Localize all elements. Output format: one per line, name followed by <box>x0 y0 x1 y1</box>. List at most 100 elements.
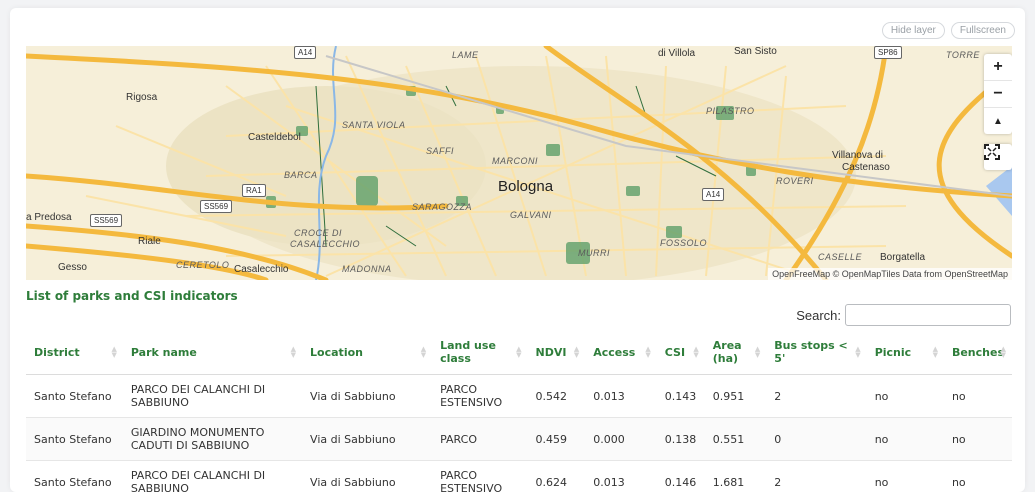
map-district-lame: LAME <box>452 50 479 60</box>
cell-ndvi: 0.542 <box>527 374 586 418</box>
cell-ndvi: 0.624 <box>527 460 586 492</box>
section-title: List of parks and CSI indicators <box>26 289 238 303</box>
road-shield-sp86: SP86 <box>874 46 902 59</box>
map-toolbar: Hide layer Fullscreen <box>881 22 1015 39</box>
cell-land-use: PARCO <box>432 417 528 461</box>
content-card: Hide layer Fullscreen Bologna Rigosa Cas… <box>10 8 1025 492</box>
map-label-casteldebole: Casteldebol <box>248 132 301 143</box>
search-input[interactable] <box>845 304 1011 326</box>
cell-area: 0.551 <box>704 417 767 461</box>
road-shield-ra1: RA1 <box>242 184 266 197</box>
cell-park-name: GIARDINO MONUMENTO CADUTI DI SABBIUNO <box>122 417 303 461</box>
sort-icon: ▲ ▼ <box>573 345 580 359</box>
header-ndvi[interactable]: NDVI ▲ ▼ <box>527 330 586 375</box>
cell-location: Via di Sabbiuno <box>302 460 433 492</box>
map-district-torre: TORRE <box>946 50 980 60</box>
map-view[interactable]: Bologna Rigosa Casteldebol Villanova di … <box>26 46 1012 280</box>
map-label-riale: Riale <box>138 236 161 247</box>
map-district-saffi: SAFFI <box>426 146 455 156</box>
expand-icon <box>984 144 1000 160</box>
sort-icon: ▲ ▼ <box>754 345 761 359</box>
zoom-in-button[interactable]: + <box>984 54 1012 81</box>
map-district-roveri: ROVERI <box>776 176 814 186</box>
map-district-ceretolo: CERETOLO <box>176 260 230 270</box>
cell-district: Santo Stefano <box>26 417 123 461</box>
header-csi[interactable]: CSI ▲ ▼ <box>656 330 705 375</box>
cell-picnic: no <box>866 460 944 492</box>
map-label-san-sisto: San Sisto <box>734 46 777 57</box>
lake <box>986 166 1012 216</box>
map-label-casalecchio: Casalecchio <box>234 264 289 275</box>
zoom-out-button[interactable]: − <box>984 81 1012 108</box>
map-district-galvani: GALVANI <box>510 210 552 220</box>
cell-bus-stops: 2 <box>766 460 867 492</box>
cell-benches: no <box>943 417 1012 461</box>
cell-location: Via di Sabbiuno <box>302 417 433 461</box>
map-district-barca: BARCA <box>284 170 318 180</box>
table-search: Search: <box>796 304 1011 326</box>
hide-layer-button[interactable]: Hide layer <box>881 22 945 39</box>
map-attribution[interactable]: OpenFreeMap © OpenMapTiles Data from Ope… <box>768 268 1012 280</box>
header-district[interactable]: District ▲ ▼ <box>26 330 123 375</box>
sort-icon: ▲ ▼ <box>516 345 522 359</box>
map-district-marconi: MARCONI <box>492 156 538 166</box>
cell-access: 0.013 <box>585 460 657 492</box>
map-label-borgatella: Borgatella <box>880 252 926 263</box>
parks-table: District ▲ ▼ Park name ▲ ▼ Location ▲ ▼ Land u… <box>26 330 1012 492</box>
header-land-use[interactable]: Land use class ▲ ▼ <box>432 330 528 375</box>
cell-benches: no <box>943 374 1012 418</box>
fullscreen-button[interactable]: Fullscreen <box>950 22 1015 39</box>
road-shield-ss569-west: SS569 <box>90 214 123 227</box>
map-district-casalecchio: CASALECCHIO <box>290 239 361 249</box>
cell-access: 0.000 <box>585 417 657 461</box>
header-access[interactable]: Access ▲ ▼ <box>585 330 657 375</box>
map-district-fossolo: FOSSOLO <box>660 238 708 248</box>
sort-icon: ▲ ▼ <box>645 345 651 359</box>
map-fullscreen-button[interactable] <box>984 144 1012 170</box>
sort-icon: ▲ ▼ <box>855 345 861 359</box>
cell-park-name: PARCO DEI CALANCHI DI SABBIUNO <box>122 374 303 418</box>
sort-icon: ▲ ▼ <box>693 345 699 359</box>
map-district-caselle: CASELLE <box>818 252 863 262</box>
table-row: Santo Stefano PARCO DEI CALANCHI DI SABB… <box>26 460 1012 492</box>
map-nav-controls: + − ▲ <box>984 54 1012 134</box>
search-label: Search: <box>796 307 841 323</box>
road-shield-a14-east: A14 <box>702 188 725 201</box>
sort-icon: ▲ ▼ <box>290 345 297 359</box>
map-label-di-villola: di Villola <box>658 48 696 59</box>
table-header-row: District ▲ ▼ Park name ▲ ▼ Location ▲ ▼ Land u… <box>26 330 1012 375</box>
header-benches[interactable]: Benches ▲ ▼ <box>943 330 1012 375</box>
cell-ndvi: 0.459 <box>527 417 586 461</box>
map-label-castenaso: Castenaso <box>842 162 890 173</box>
cell-access: 0.013 <box>585 374 657 418</box>
map-label-rigosa: Rigosa <box>126 92 158 103</box>
header-bus-stops[interactable]: Bus stops < 5' ▲ ▼ <box>766 330 867 375</box>
sort-icon: ▲ ▼ <box>111 345 117 359</box>
cell-picnic: no <box>866 417 944 461</box>
cell-area: 0.951 <box>704 374 767 418</box>
map-district-pilastro: PILASTRO <box>706 106 755 116</box>
map-label-bologna: Bologna <box>498 178 554 195</box>
sort-icon: ▲ ▼ <box>932 345 938 359</box>
compass-button[interactable]: ▲ <box>984 108 1012 134</box>
header-park-name[interactable]: Park name ▲ ▼ <box>122 330 303 375</box>
cell-picnic: no <box>866 374 944 418</box>
cell-bus-stops: 2 <box>766 374 867 418</box>
map-label-predosa: a Predosa <box>26 212 72 223</box>
header-picnic[interactable]: Picnic ▲ ▼ <box>866 330 944 375</box>
map-district-murri: MURRI <box>578 248 610 258</box>
table-row: Santo Stefano PARCO DEI CALANCHI DI SABB… <box>26 374 1012 418</box>
header-area[interactable]: Area (ha) ▲ ▼ <box>704 330 767 375</box>
cell-csi: 0.143 <box>656 374 705 418</box>
header-location[interactable]: Location ▲ ▼ <box>302 330 433 375</box>
cell-district: Santo Stefano <box>26 374 123 418</box>
cell-bus-stops: 0 <box>766 417 867 461</box>
map-district-croce-di: CROCE DI <box>294 228 343 238</box>
cell-district: Santo Stefano <box>26 460 123 492</box>
map-label-gesso: Gesso <box>58 262 87 273</box>
road-shield-a14: A14 <box>294 46 317 59</box>
cell-area: 1.681 <box>704 460 767 492</box>
cell-land-use: PARCO ESTENSIVO <box>432 460 528 492</box>
cell-land-use: PARCO ESTENSIVO <box>432 374 528 418</box>
table-row: Santo Stefano GIARDINO MONUMENTO CADUTI … <box>26 417 1012 461</box>
